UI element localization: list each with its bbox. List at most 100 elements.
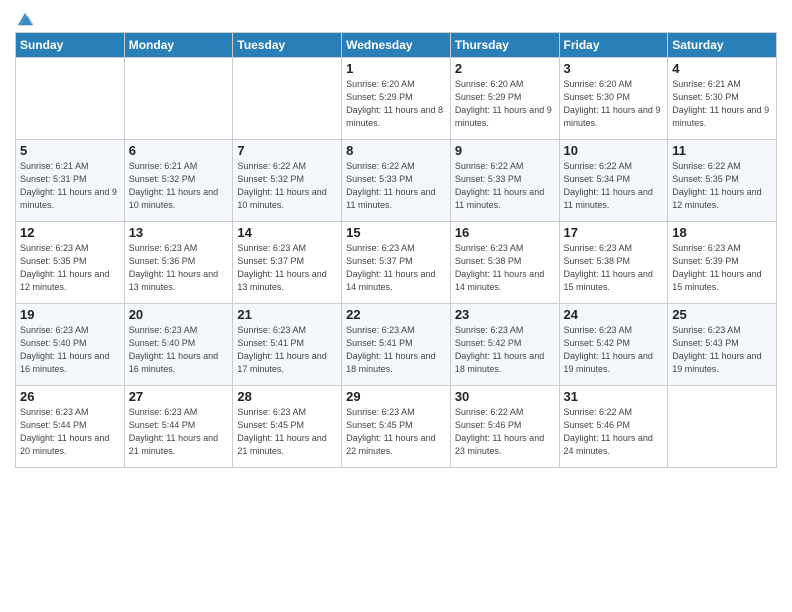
day-number: 26: [20, 389, 120, 404]
day-info: Sunrise: 6:23 AM Sunset: 5:44 PM Dayligh…: [20, 406, 120, 458]
day-info: Sunrise: 6:22 AM Sunset: 5:34 PM Dayligh…: [564, 160, 664, 212]
week-row-1: 1 Sunrise: 6:20 AM Sunset: 5:29 PM Daylig…: [16, 58, 777, 140]
day-number: 20: [129, 307, 229, 322]
day-cell: 23 Sunrise: 6:23 AM Sunset: 5:42 PM Dayli…: [450, 304, 559, 386]
day-cell: [233, 58, 342, 140]
week-row-5: 26 Sunrise: 6:23 AM Sunset: 5:44 PM Dayli…: [16, 386, 777, 468]
day-cell: 3Sunrise: 6:20 AM Sunset: 5:30 PM Daylig…: [559, 58, 668, 140]
day-info: Sunrise: 6:23 AM Sunset: 5:41 PM Dayligh…: [237, 324, 337, 376]
day-number: 2: [455, 61, 555, 76]
day-number: 15: [346, 225, 446, 240]
day-cell: 26 Sunrise: 6:23 AM Sunset: 5:44 PM Dayli…: [16, 386, 125, 468]
day-cell: 24 Sunrise: 6:23 AM Sunset: 5:42 PM Dayli…: [559, 304, 668, 386]
day-info: Sunrise: 6:20 AM Sunset: 5:29 PM Dayligh…: [455, 78, 555, 130]
day-number: 30: [455, 389, 555, 404]
day-number: 25: [672, 307, 772, 322]
day-info: Sunrise: 6:23 AM Sunset: 5:43 PM Dayligh…: [672, 324, 772, 376]
calendar-table: SundayMondayTuesdayWednesdayThursdayFrid…: [15, 32, 777, 468]
day-cell: 12 Sunrise: 6:23 AM Sunset: 5:35 PM Dayli…: [16, 222, 125, 304]
day-cell: 7Sunrise: 6:22 AM Sunset: 5:32 PM Daylig…: [233, 140, 342, 222]
page-container: SundayMondayTuesdayWednesdayThursdayFrid…: [0, 0, 792, 476]
day-number: 16: [455, 225, 555, 240]
day-cell: 2 Sunrise: 6:20 AM Sunset: 5:29 PM Daylig…: [450, 58, 559, 140]
day-info: Sunrise: 6:23 AM Sunset: 5:42 PM Dayligh…: [455, 324, 555, 376]
day-number: 3: [564, 61, 664, 76]
day-info: Sunrise: 6:23 AM Sunset: 5:41 PM Dayligh…: [346, 324, 446, 376]
weekday-header-wednesday: Wednesday: [342, 33, 451, 58]
week-row-3: 12 Sunrise: 6:23 AM Sunset: 5:35 PM Dayli…: [16, 222, 777, 304]
day-number: 9: [455, 143, 555, 158]
day-cell: 30Sunrise: 6:22 AM Sunset: 5:46 PM Dayli…: [450, 386, 559, 468]
day-info: Sunrise: 6:23 AM Sunset: 5:38 PM Dayligh…: [564, 242, 664, 294]
day-info: Sunrise: 6:23 AM Sunset: 5:40 PM Dayligh…: [20, 324, 120, 376]
day-cell: 17 Sunrise: 6:23 AM Sunset: 5:38 PM Dayli…: [559, 222, 668, 304]
day-cell: [16, 58, 125, 140]
day-cell: 13Sunrise: 6:23 AM Sunset: 5:36 PM Dayli…: [124, 222, 233, 304]
day-number: 12: [20, 225, 120, 240]
logo-icon: [16, 10, 34, 28]
day-cell: 1 Sunrise: 6:20 AM Sunset: 5:29 PM Daylig…: [342, 58, 451, 140]
day-number: 11: [672, 143, 772, 158]
day-cell: 22 Sunrise: 6:23 AM Sunset: 5:41 PM Dayli…: [342, 304, 451, 386]
day-number: 8: [346, 143, 446, 158]
day-cell: 6 Sunrise: 6:21 AM Sunset: 5:32 PM Daylig…: [124, 140, 233, 222]
day-cell: [668, 386, 777, 468]
day-info: Sunrise: 6:23 AM Sunset: 5:39 PM Dayligh…: [672, 242, 772, 294]
day-cell: 27Sunrise: 6:23 AM Sunset: 5:44 PM Dayli…: [124, 386, 233, 468]
day-cell: [124, 58, 233, 140]
weekday-header-tuesday: Tuesday: [233, 33, 342, 58]
weekday-header-sunday: Sunday: [16, 33, 125, 58]
day-info: Sunrise: 6:23 AM Sunset: 5:35 PM Dayligh…: [20, 242, 120, 294]
day-number: 7: [237, 143, 337, 158]
day-number: 6: [129, 143, 229, 158]
day-info: Sunrise: 6:21 AM Sunset: 5:30 PM Dayligh…: [672, 78, 772, 130]
day-number: 23: [455, 307, 555, 322]
day-number: 21: [237, 307, 337, 322]
day-info: Sunrise: 6:22 AM Sunset: 5:46 PM Dayligh…: [564, 406, 664, 458]
day-cell: 8Sunrise: 6:22 AM Sunset: 5:33 PM Daylig…: [342, 140, 451, 222]
day-info: Sunrise: 6:23 AM Sunset: 5:42 PM Dayligh…: [564, 324, 664, 376]
day-cell: 16 Sunrise: 6:23 AM Sunset: 5:38 PM Dayli…: [450, 222, 559, 304]
day-info: Sunrise: 6:23 AM Sunset: 5:45 PM Dayligh…: [346, 406, 446, 458]
day-info: Sunrise: 6:21 AM Sunset: 5:32 PM Dayligh…: [129, 160, 229, 212]
day-cell: 14 Sunrise: 6:23 AM Sunset: 5:37 PM Dayli…: [233, 222, 342, 304]
day-info: Sunrise: 6:21 AM Sunset: 5:31 PM Dayligh…: [20, 160, 120, 212]
day-number: 28: [237, 389, 337, 404]
day-cell: 25 Sunrise: 6:23 AM Sunset: 5:43 PM Dayli…: [668, 304, 777, 386]
day-number: 1: [346, 61, 446, 76]
week-row-2: 5 Sunrise: 6:21 AM Sunset: 5:31 PM Daylig…: [16, 140, 777, 222]
day-info: Sunrise: 6:23 AM Sunset: 5:36 PM Dayligh…: [129, 242, 229, 294]
day-number: 10: [564, 143, 664, 158]
day-cell: 28 Sunrise: 6:23 AM Sunset: 5:45 PM Dayli…: [233, 386, 342, 468]
day-number: 14: [237, 225, 337, 240]
day-cell: 4Sunrise: 6:21 AM Sunset: 5:30 PM Daylig…: [668, 58, 777, 140]
day-info: Sunrise: 6:22 AM Sunset: 5:33 PM Dayligh…: [455, 160, 555, 212]
day-cell: 21 Sunrise: 6:23 AM Sunset: 5:41 PM Dayli…: [233, 304, 342, 386]
day-number: 17: [564, 225, 664, 240]
weekday-header-friday: Friday: [559, 33, 668, 58]
day-info: Sunrise: 6:23 AM Sunset: 5:38 PM Dayligh…: [455, 242, 555, 294]
weekday-header-row: SundayMondayTuesdayWednesdayThursdayFrid…: [16, 33, 777, 58]
day-info: Sunrise: 6:23 AM Sunset: 5:44 PM Dayligh…: [129, 406, 229, 458]
weekday-header-monday: Monday: [124, 33, 233, 58]
week-row-4: 19 Sunrise: 6:23 AM Sunset: 5:40 PM Dayli…: [16, 304, 777, 386]
day-cell: 29 Sunrise: 6:23 AM Sunset: 5:45 PM Dayli…: [342, 386, 451, 468]
day-cell: 10 Sunrise: 6:22 AM Sunset: 5:34 PM Dayli…: [559, 140, 668, 222]
day-info: Sunrise: 6:22 AM Sunset: 5:35 PM Dayligh…: [672, 160, 772, 212]
day-number: 31: [564, 389, 664, 404]
day-number: 5: [20, 143, 120, 158]
day-cell: 9 Sunrise: 6:22 AM Sunset: 5:33 PM Daylig…: [450, 140, 559, 222]
day-info: Sunrise: 6:20 AM Sunset: 5:29 PM Dayligh…: [346, 78, 446, 130]
day-number: 22: [346, 307, 446, 322]
day-cell: 11 Sunrise: 6:22 AM Sunset: 5:35 PM Dayli…: [668, 140, 777, 222]
day-number: 18: [672, 225, 772, 240]
logo: [15, 10, 34, 28]
weekday-header-saturday: Saturday: [668, 33, 777, 58]
day-number: 29: [346, 389, 446, 404]
day-number: 19: [20, 307, 120, 322]
day-number: 24: [564, 307, 664, 322]
day-cell: 15Sunrise: 6:23 AM Sunset: 5:37 PM Dayli…: [342, 222, 451, 304]
day-info: Sunrise: 6:23 AM Sunset: 5:45 PM Dayligh…: [237, 406, 337, 458]
day-info: Sunrise: 6:23 AM Sunset: 5:37 PM Dayligh…: [237, 242, 337, 294]
day-cell: 5 Sunrise: 6:21 AM Sunset: 5:31 PM Daylig…: [16, 140, 125, 222]
